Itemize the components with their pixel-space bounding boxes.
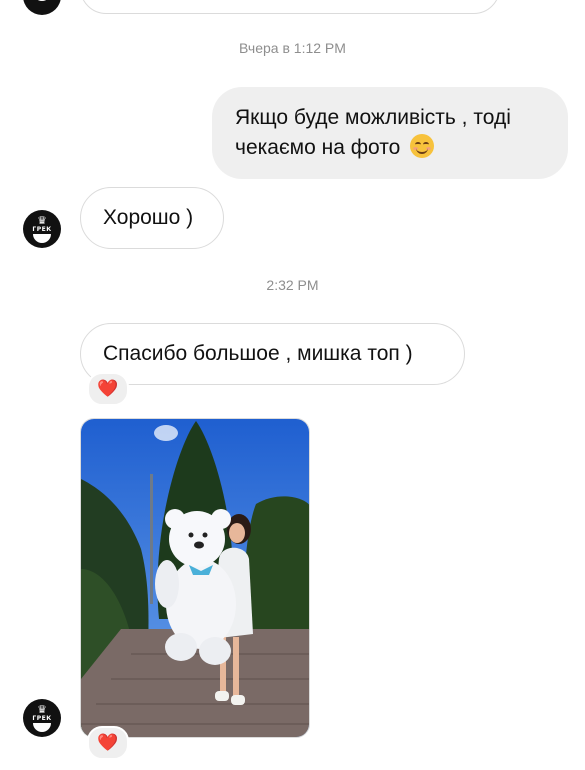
timestamp-divider: Вчера в 1:12 PM (239, 40, 346, 56)
message-text: Спасибо большое , мишка топ ) (103, 342, 413, 365)
avatar-beard-icon (33, 234, 51, 243)
incoming-message-bubble[interactable]: Хорошо ) (80, 187, 224, 249)
avatar-brand-text: ГРЕК (32, 715, 52, 722)
message-text: Хорошо ) (103, 206, 194, 229)
timestamp-divider: 2:32 PM (266, 277, 319, 293)
heart-reaction[interactable]: ❤️ (87, 372, 129, 406)
crown-icon: ♛ (37, 703, 47, 716)
crown-icon: ♛ (37, 214, 47, 227)
contact-avatar[interactable]: ♛ ГРЕК (23, 699, 61, 737)
heart-icon: ❤️ (97, 379, 119, 398)
heart-icon: ❤️ (97, 733, 119, 752)
contact-avatar[interactable] (23, 0, 61, 15)
photo-message[interactable] (80, 418, 310, 738)
avatar-brand-text: ГРЕК (32, 226, 52, 233)
smiling-face-emoji-icon (410, 134, 435, 158)
message-text-line: чекаємо на фото (235, 133, 548, 163)
outgoing-message-bubble[interactable]: Якщо буде можливість , тоді чекаємо на ф… (212, 87, 568, 179)
avatar-beard-icon (33, 0, 51, 1)
contact-avatar[interactable]: ♛ ГРЕК (23, 210, 61, 248)
previous-message-bubble[interactable] (80, 0, 500, 14)
photo-teddy-bear-image (81, 419, 309, 737)
message-text-line: Якщо буде можливість , тоді (235, 106, 511, 129)
avatar-beard-icon (33, 723, 51, 732)
incoming-message-bubble[interactable]: Спасибо большое , мишка топ ) (80, 323, 465, 385)
heart-reaction[interactable]: ❤️ (87, 726, 129, 760)
